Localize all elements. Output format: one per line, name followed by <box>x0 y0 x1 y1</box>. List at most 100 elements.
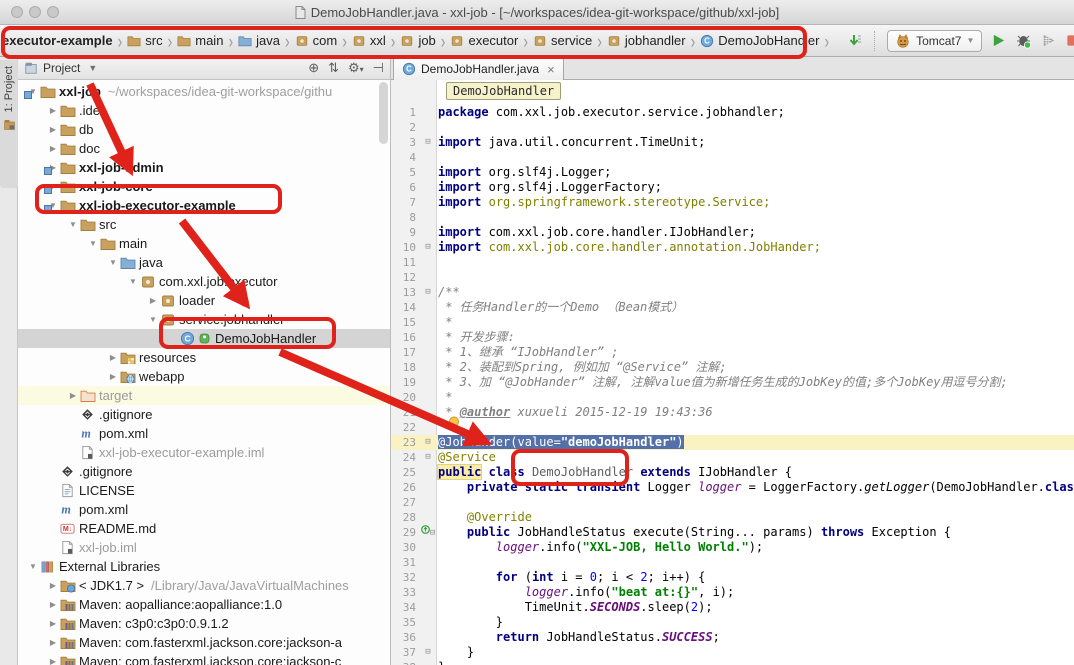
expanded-arrow-icon[interactable]: ▼ <box>26 562 40 571</box>
collapsed-arrow-icon[interactable]: ▶ <box>146 296 160 305</box>
line-number: 29 <box>391 525 418 540</box>
breadcrumb-item-main[interactable]: main <box>177 33 223 48</box>
expanded-arrow-icon[interactable]: ▼ <box>86 239 100 248</box>
zoom-window-icon[interactable] <box>47 6 59 18</box>
coverage-icon <box>1041 33 1056 48</box>
collapsed-arrow-icon[interactable]: ▶ <box>106 372 120 381</box>
tree-item-jdk1-7[interactable]: ▶< JDK1.7 >/Library/Java/JavaVirtualMach… <box>18 576 390 595</box>
settings-gear-icon[interactable]: ⚙▾ <box>348 60 364 76</box>
debug-button[interactable] <box>1015 33 1032 49</box>
breadcrumb-item-executor-example[interactable]: executor-example <box>2 33 113 48</box>
tree-item-src[interactable]: ▼src <box>18 215 390 234</box>
tree-item-com-xxl-job-executor[interactable]: ▼ com.xxl.job.executor <box>18 272 390 291</box>
line-number: 20 <box>391 390 418 405</box>
expanded-arrow-icon[interactable]: ▼ <box>106 258 120 267</box>
tree-item-xxl-job-core[interactable]: ▶xxl-job-core <box>18 177 390 196</box>
tree-item-maven-c3p0-c3p0-0-9-1-2[interactable]: ▶Maven: c3p0:c3p0:0.9.1.2 <box>18 614 390 633</box>
scroll-to-source-icon[interactable] <box>846 33 862 49</box>
tree-item-main[interactable]: ▼main <box>18 234 390 253</box>
expanded-arrow-icon[interactable]: ▼ <box>126 277 140 286</box>
run-configuration-select[interactable]: Tomcat7 ▼ <box>887 30 982 52</box>
tree-item-target[interactable]: ▶target <box>18 386 390 405</box>
tree-item-label: pom.xml <box>79 502 128 517</box>
collapsed-arrow-icon[interactable]: ▶ <box>46 657 60 665</box>
tree-item-demojobhandler[interactable]: CDemoJobHandler <box>18 329 390 348</box>
tree-item-label: com.xxl.job.executor <box>159 274 278 289</box>
code-editor[interactable]: DemoJobHandler 1package com.xxl.job.exec… <box>391 80 1074 665</box>
close-window-icon[interactable] <box>11 6 23 18</box>
stop-button[interactable] <box>1065 33 1074 48</box>
tree-item-resources[interactable]: ▶resources <box>18 348 390 367</box>
tree-item-java[interactable]: ▼java <box>18 253 390 272</box>
panel-title: Project <box>43 61 80 75</box>
tree-item-license[interactable]: LICENSE <box>18 481 390 500</box>
maven-icon: m <box>80 426 98 441</box>
breadcrumb-item-job[interactable]: job <box>400 33 435 48</box>
collapsed-arrow-icon[interactable]: ▶ <box>46 106 60 115</box>
tree-item-pom-xml[interactable]: mpom.xml <box>18 500 390 519</box>
coverage-button[interactable] <box>1041 33 1056 48</box>
project-tool-window-button[interactable]: 1: Project <box>0 60 18 188</box>
collapsed-arrow-icon[interactable]: ▶ <box>46 125 60 134</box>
collapsed-arrow-icon[interactable]: ▶ <box>46 144 60 153</box>
collapsed-arrow-icon[interactable]: ▶ <box>46 638 60 647</box>
tree-item-xxl-job-executor-example[interactable]: ▼xxl-job-executor-example <box>18 196 390 215</box>
svg-text:m: m <box>81 427 90 441</box>
tree-item-maven-com-fasterxml-jackson-core-jackson-c[interactable]: ▶Maven: com.fasterxml.jackson.core:jacks… <box>18 652 390 665</box>
project-panel-header[interactable]: Project ▼ ⊕ ⇅ ⚙▾ ⊣ <box>18 57 390 80</box>
collapsed-arrow-icon[interactable]: ▶ <box>46 619 60 628</box>
collapsed-arrow-icon[interactable]: ▶ <box>46 600 60 609</box>
collapse-all-icon[interactable]: ⇅ <box>328 60 339 76</box>
minimize-window-icon[interactable] <box>29 6 41 18</box>
expanded-arrow-icon[interactable]: ▼ <box>66 220 80 229</box>
tree-item-readme-md[interactable]: M↓README.md <box>18 519 390 538</box>
tree-item-service-jobhandler[interactable]: ▼service.jobhandler <box>18 310 390 329</box>
gitignore-icon <box>60 464 78 479</box>
iml-icon <box>80 445 98 460</box>
class-icon: C <box>700 34 714 48</box>
tree-item-xxl-job-iml[interactable]: xxl-job.iml <box>18 538 390 557</box>
expanded-arrow-icon[interactable]: ▼ <box>146 315 160 324</box>
breadcrumb-item-com[interactable]: com <box>295 33 338 48</box>
collapsed-arrow-icon[interactable]: ▶ <box>46 581 60 590</box>
close-tab-icon[interactable]: × <box>547 62 555 77</box>
breadcrumb-item-java[interactable]: java <box>238 33 280 48</box>
tree-item-external-libraries[interactable]: ▼External Libraries <box>18 557 390 576</box>
tree-item-label: xxl-job-core <box>79 179 153 194</box>
breadcrumb-separator-icon: › <box>824 29 829 51</box>
tree-item-xxl-job-executor-example-iml[interactable]: xxl-job-executor-example.iml <box>18 443 390 462</box>
breadcrumb-item-executor[interactable]: executor <box>450 33 518 48</box>
hide-panel-icon[interactable]: ⊣ <box>373 60 384 76</box>
tree-item-gitignore[interactable]: .gitignore <box>18 405 390 424</box>
breadcrumb-item-service[interactable]: service <box>533 33 592 48</box>
tree-item-pom-xml[interactable]: mpom.xml <box>18 424 390 443</box>
tree-item-loader[interactable]: ▶loader <box>18 291 390 310</box>
code-line-12: 12 <box>391 270 1074 285</box>
tree-item-idea[interactable]: ▶.idea <box>18 101 390 120</box>
intention-bulb-icon[interactable] <box>448 416 460 435</box>
tree-item-xxl-job[interactable]: ▼xxl-job~/workspaces/idea-git-workspace/… <box>18 82 390 101</box>
collapsed-arrow-icon[interactable]: ▶ <box>66 391 80 400</box>
tab-demojobhandler[interactable]: C DemoJobHandler.java × <box>393 57 564 80</box>
breadcrumb-item-xxl[interactable]: xxl <box>352 33 386 48</box>
breadcrumb-separator-icon: › <box>285 29 290 51</box>
breadcrumb-item-demojobhandler[interactable]: CDemoJobHandler <box>700 33 819 48</box>
tree-item-gitignore[interactable]: .gitignore <box>18 462 390 481</box>
breadcrumb-item-jobhandler[interactable]: jobhandler <box>607 33 686 48</box>
package-icon <box>160 312 178 328</box>
breadcrumb-separator-icon: › <box>691 29 696 51</box>
tree-item-doc[interactable]: ▶doc <box>18 139 390 158</box>
run-button[interactable] <box>991 33 1006 48</box>
tree-item-maven-aopalliance-aopalliance-1-0[interactable]: ▶Maven: aopalliance:aopalliance:1.0 <box>18 595 390 614</box>
tree-item-webapp[interactable]: ▶webapp <box>18 367 390 386</box>
code-line-17: 17 * 1、继承 “IJobHandler” ; <box>391 345 1074 360</box>
breadcrumb-item-src[interactable]: src <box>127 33 162 48</box>
tree-item-xxl-job-admin[interactable]: ▶xxl-job-admin <box>18 158 390 177</box>
project-tree-scrollbar[interactable] <box>379 82 388 144</box>
locate-file-icon[interactable]: ⊕ <box>308 60 319 76</box>
window-title-bar: DemoJobHandler.java - xxl-job - [~/works… <box>0 0 1074 25</box>
chevron-down-icon[interactable]: ▼ <box>88 63 97 73</box>
collapsed-arrow-icon[interactable]: ▶ <box>106 353 120 362</box>
tree-item-db[interactable]: ▶db <box>18 120 390 139</box>
tree-item-maven-com-fasterxml-jackson-core-jackson-a[interactable]: ▶Maven: com.fasterxml.jackson.core:jacks… <box>18 633 390 652</box>
